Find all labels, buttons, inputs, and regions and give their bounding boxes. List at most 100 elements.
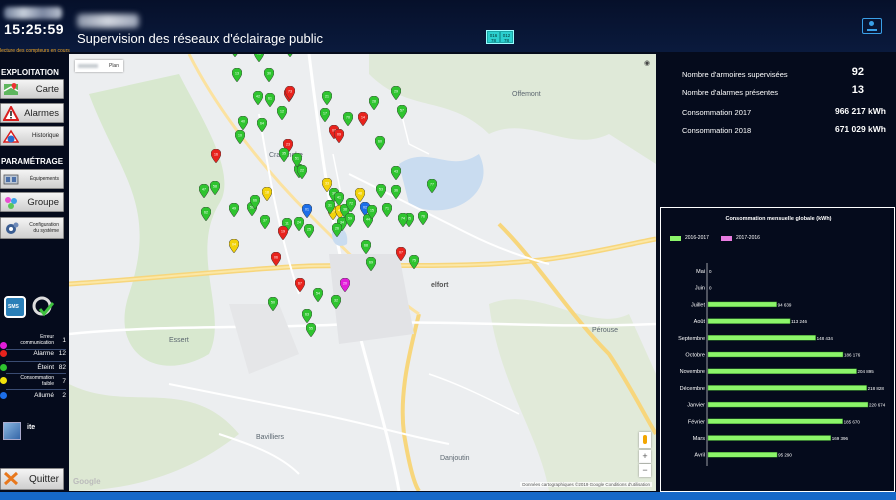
chart-bar: [707, 401, 869, 408]
check-icon[interactable]: [32, 296, 54, 318]
groupe-button[interactable]: Groupe: [0, 192, 64, 212]
stat-conso2018-label: Consommation 2018: [682, 126, 752, 135]
svg-text:37: 37: [263, 219, 267, 223]
svg-text:58: 58: [213, 185, 217, 189]
chart-value-label: 204 895: [858, 369, 875, 374]
svg-text:50: 50: [271, 301, 275, 305]
svg-text:09: 09: [337, 133, 341, 137]
chart-value-label: 186 176: [844, 353, 861, 358]
svg-text:71: 71: [385, 207, 389, 211]
fullscreen-icon[interactable]: ◉: [644, 60, 652, 68]
client-logo: [77, 14, 139, 28]
warning-icon: [3, 106, 19, 121]
chart-value-label: 220 674: [869, 403, 886, 408]
svg-text:53: 53: [379, 188, 383, 192]
chart-category-label: Juin: [695, 286, 705, 292]
historique-label: Historique: [31, 133, 59, 139]
sidebar: EXPLOITATION Carte Alarmes Historique PA…: [0, 52, 68, 500]
legend-erreur-l2: communication: [20, 340, 54, 346]
chart-category-label: Février: [688, 419, 705, 425]
legend-consommation-l2: faible: [42, 381, 54, 387]
svg-text:01: 01: [305, 208, 309, 212]
svg-text:14: 14: [361, 116, 365, 120]
counter-badge[interactable]: 016 78 012 78: [486, 30, 514, 44]
stat-conso2017-label: Consommation 2017: [682, 108, 752, 117]
consumption-chart: Consommation mensuelle globale (kWh) 201…: [660, 207, 895, 492]
chart-bar: [707, 335, 816, 341]
configuration-button[interactable]: Configuration du système: [0, 217, 64, 239]
svg-text:22: 22: [300, 169, 304, 173]
legend-label-erreur: Erreur communication: [20, 334, 54, 346]
page-title: Supervision des réseaux d'éclairage publ…: [77, 31, 324, 46]
place-perouse: Pérouse: [592, 327, 619, 334]
svg-text:64: 64: [260, 122, 264, 126]
historique-button[interactable]: Historique: [0, 126, 64, 146]
svg-text:40: 40: [241, 120, 245, 124]
svg-text:77: 77: [430, 183, 434, 187]
alarmes-button[interactable]: Alarmes: [0, 103, 64, 123]
site-thumbnail[interactable]: [3, 422, 21, 440]
stat-alarmes: Nombre d'alarmes présentes 13: [682, 84, 892, 100]
svg-text:04: 04: [232, 243, 236, 247]
chart-category-label: Mars: [693, 436, 705, 442]
svg-text:42: 42: [256, 95, 260, 99]
svg-text:51: 51: [295, 157, 299, 161]
legend-dot-consommation: [0, 377, 7, 384]
chart-category-label: Avril: [694, 453, 705, 459]
legend-dot-alarme: [0, 350, 7, 357]
quit-button[interactable]: Quitter: [0, 468, 64, 490]
svg-text:60: 60: [378, 140, 382, 144]
exploitation-title: EXPLOITATION: [1, 68, 59, 77]
close-icon: [3, 471, 19, 486]
svg-text:17: 17: [323, 112, 327, 116]
map-attribution[interactable]: Données cartographiques ©2019 Google Con…: [520, 482, 652, 487]
group-icon: [5, 197, 17, 209]
chart-value-label: 95 290: [778, 453, 792, 458]
svg-text:10: 10: [238, 134, 242, 138]
chart-bar: [707, 435, 832, 441]
svg-text:28: 28: [372, 100, 376, 104]
parametrage-title: PARAMÉTRAGE: [1, 157, 64, 166]
legend-count-erreur: 1: [62, 336, 66, 344]
chart-category-label: Mai: [696, 269, 705, 275]
map-view[interactable]: Plan ◉ Offemont Cravanche Essert Pérouse…: [69, 54, 656, 491]
legend-dot-allume: [0, 392, 7, 399]
stat-conso2018: Consommation 2018 671 029 kWh: [682, 122, 892, 138]
svg-text:20: 20: [343, 282, 347, 286]
chart-value-label: 169 396: [832, 436, 849, 441]
map-type-control[interactable]: Plan: [75, 60, 123, 72]
stat-alarmes-label: Nombre d'alarmes présentes: [682, 88, 779, 97]
legend-label-alarme: Alarme: [33, 349, 54, 357]
google-logo: Google: [73, 477, 101, 486]
zoom-out-button[interactable]: −: [639, 464, 651, 477]
svg-text:43: 43: [394, 170, 398, 174]
stat-alarmes-value: 13: [851, 84, 864, 96]
zoom-in-button[interactable]: +: [639, 450, 651, 463]
svg-text:68: 68: [364, 244, 368, 248]
chart-value-label: 94 639: [778, 302, 792, 307]
sms-icon[interactable]: [4, 296, 26, 318]
svg-text:32: 32: [334, 299, 338, 303]
stat-armoires: Nombre d'armoires supervisées 92: [682, 66, 892, 82]
carte-button[interactable]: Carte: [0, 79, 64, 99]
svg-text:07: 07: [399, 251, 403, 255]
svg-text:61: 61: [268, 97, 272, 101]
street-view-icon[interactable]: [639, 432, 651, 448]
svg-text:23: 23: [286, 143, 290, 147]
legend-consommation[interactable]: Consommation faible 7: [0, 373, 68, 389]
legend-allume[interactable]: Allumé 2: [0, 389, 68, 402]
equipements-button[interactable]: Équipements: [0, 169, 64, 189]
chart-bar: [707, 318, 791, 324]
map-icon: [3, 83, 19, 95]
legend-erreur[interactable]: Erreur communication 1: [0, 332, 68, 349]
user-card-icon[interactable]: [862, 18, 882, 34]
svg-text:18: 18: [265, 191, 269, 195]
quick-icons: [4, 296, 64, 320]
svg-text:15: 15: [370, 209, 374, 213]
chart-category-label: Août: [694, 319, 706, 325]
equipements-label: Équipements: [29, 176, 59, 182]
chart-value-label: 0: [709, 286, 712, 291]
legend-alarme[interactable]: Alarme 12: [0, 347, 68, 360]
header-bar: 15:25:59 lecture des compteurs en cours …: [0, 0, 896, 54]
legend-label-consommation: Consommation faible: [20, 375, 54, 387]
